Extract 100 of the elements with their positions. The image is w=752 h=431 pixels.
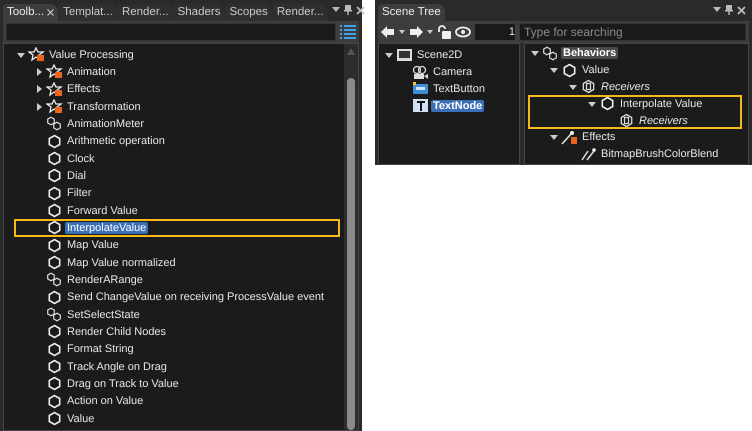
tree-item[interactable]: Receivers <box>599 80 652 93</box>
tree-item[interactable]: BitmapBrushColorBlend <box>599 148 720 160</box>
close-icon[interactable] <box>356 6 366 14</box>
tree-item[interactable]: Behaviors <box>561 47 618 60</box>
hexagon-icon <box>561 62 578 78</box>
brush-icon <box>580 146 597 162</box>
text-icon <box>412 98 429 114</box>
collapse-caret-icon[interactable] <box>531 49 539 58</box>
hexagons-icon <box>542 46 559 61</box>
button-icon <box>412 81 429 96</box>
collapse-caret-icon[interactable] <box>550 133 558 142</box>
hexagons-icon <box>46 116 63 132</box>
tree-item[interactable]: Transformation <box>65 100 143 113</box>
tree-item[interactable]: RenderARange <box>65 274 145 286</box>
folder-star-icon <box>28 47 45 62</box>
collapse-caret-icon[interactable] <box>588 100 596 108</box>
list-view-icon[interactable] <box>340 25 356 39</box>
tree-item[interactable]: Map Value normalized <box>65 256 178 269</box>
collapse-caret-icon[interactable] <box>385 51 393 60</box>
dropdown-icon[interactable] <box>332 7 340 13</box>
caret-icon[interactable] <box>399 30 405 34</box>
panel-tab[interactable]: Render... <box>118 4 173 21</box>
folder-star-icon <box>46 99 63 114</box>
scrollbar[interactable] <box>344 44 358 430</box>
wand-icon <box>561 130 578 145</box>
tree-item[interactable]: AnimationMeter <box>65 118 146 130</box>
pin-icon[interactable] <box>725 5 733 15</box>
collapse-caret-icon[interactable] <box>569 82 577 91</box>
panel-tab[interactable]: Render... <box>272 4 328 21</box>
tree-item[interactable]: Render Child Nodes <box>65 326 168 338</box>
expand-caret-icon[interactable] <box>35 102 43 111</box>
close-icon[interactable] <box>47 8 54 16</box>
tree-item[interactable]: Drag on Track to Value <box>65 378 181 390</box>
tree-item[interactable]: Arithmetic operation <box>65 135 167 148</box>
forward-arrow-icon[interactable] <box>409 26 423 38</box>
collapse-caret-icon[interactable] <box>17 50 25 59</box>
tree-item[interactable]: Value Processing <box>47 48 136 61</box>
tree-item[interactable]: Value <box>580 64 612 76</box>
search-field[interactable] <box>6 23 336 41</box>
tree-item[interactable]: Map Value <box>65 239 121 252</box>
tree-item[interactable]: TextNode <box>431 100 484 112</box>
expand-caret-icon[interactable] <box>35 85 43 94</box>
tree-item[interactable]: TextButton <box>431 82 487 95</box>
tree-item[interactable]: Track Angle on Drag <box>65 360 169 373</box>
hexagon-icon <box>46 359 63 374</box>
tree-item[interactable]: Camera <box>431 66 474 78</box>
tree-item[interactable]: Value <box>65 412 96 425</box>
hexagon-icon <box>46 290 63 305</box>
tree-item[interactable]: Effects <box>65 83 102 96</box>
number-field[interactable]: 1 <box>475 24 515 40</box>
hexagon-icon <box>46 411 63 426</box>
tree-item[interactable]: Format String <box>65 343 136 356</box>
hexagon-icon <box>46 203 63 218</box>
eye-icon[interactable] <box>455 26 471 38</box>
tree-item[interactable]: InterpolateValue <box>65 222 148 234</box>
hexagons-icon <box>46 272 63 288</box>
expand-caret-icon[interactable] <box>35 68 43 76</box>
hexagon-icon <box>618 113 635 128</box>
tree-item[interactable]: Dial <box>65 170 88 182</box>
hexagon-icon <box>46 220 63 236</box>
search-field[interactable]: Type for searching <box>519 23 746 41</box>
tree-item[interactable]: Forward Value <box>65 204 140 217</box>
hexagon-icon <box>46 342 63 357</box>
tree-item[interactable]: Effects <box>580 131 618 144</box>
tree-item[interactable]: SetSelectState <box>65 308 142 321</box>
close-icon[interactable] <box>737 6 746 14</box>
hexagon-icon <box>46 151 63 166</box>
back-arrow-icon[interactable] <box>381 26 395 38</box>
unlocked-padlock-icon[interactable] <box>437 25 451 39</box>
tree-item[interactable]: Filter <box>65 187 94 200</box>
pin-icon[interactable] <box>344 5 352 15</box>
panel-tab[interactable]: Toolb... <box>3 4 58 21</box>
tree-item[interactable]: Send ChangeValue on receiving ProcessValue event <box>65 291 326 304</box>
tree-item[interactable]: Animation <box>65 66 118 78</box>
hexagon-icon <box>46 255 63 270</box>
hexagon-icon <box>46 394 63 409</box>
panel-tab[interactable]: Templat... <box>59 4 117 21</box>
hexagon-icon <box>46 324 63 340</box>
monitor-icon <box>396 48 413 63</box>
caret-icon[interactable] <box>427 30 433 34</box>
hexagon-icon <box>46 186 63 201</box>
tree-item[interactable]: Action on Value <box>65 395 146 408</box>
scrollbar-thumb[interactable] <box>347 78 355 430</box>
camera-icon <box>412 64 429 80</box>
hexagon-icon <box>46 134 63 149</box>
tree-item[interactable]: Interpolate Value <box>618 98 704 110</box>
panel-tab[interactable]: Shaders <box>174 4 224 21</box>
folder-star-icon <box>46 64 63 80</box>
tree-item[interactable]: Scene2D <box>415 49 464 62</box>
hexagon-icon <box>580 79 597 94</box>
collapse-caret-icon[interactable] <box>550 66 558 74</box>
panel-tab[interactable]: Scopes <box>225 4 272 21</box>
dropdown-icon[interactable] <box>713 7 721 13</box>
hexagon-icon <box>46 376 63 392</box>
folder-star-icon <box>46 82 63 97</box>
hexagon-icon <box>599 96 616 112</box>
tree-item[interactable]: Receivers <box>637 114 690 127</box>
hexagon-icon <box>46 168 63 184</box>
tree-item[interactable]: Clock <box>65 152 97 165</box>
panel-tab[interactable]: Scene Tree <box>378 4 445 21</box>
